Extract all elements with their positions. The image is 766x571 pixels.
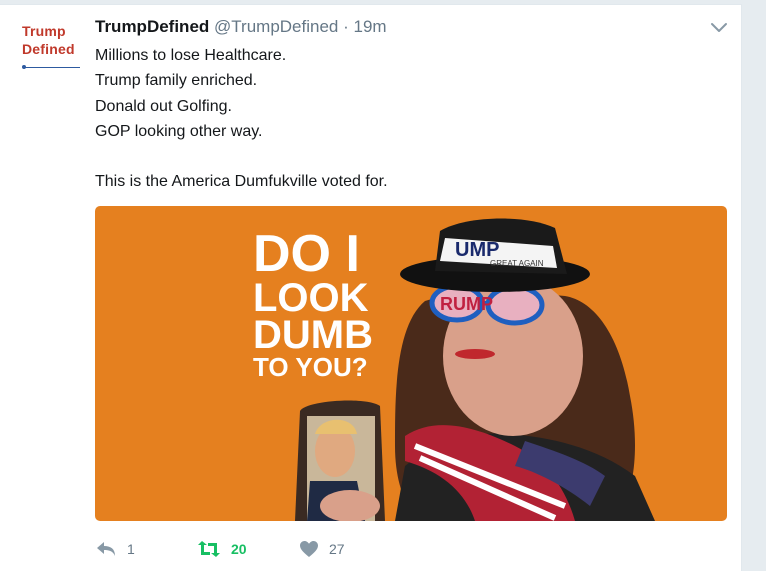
retweet-count: 20 — [231, 541, 247, 557]
avatar-text-line2: Defined — [22, 41, 75, 57]
chevron-down-icon[interactable] — [710, 21, 728, 35]
heart-icon — [299, 540, 319, 558]
author-handle[interactable]: @TrumpDefined — [214, 17, 338, 36]
tweet-text-line: Donald out Golfing. — [95, 97, 232, 115]
header-separator: · — [343, 17, 349, 36]
tweet-header: TrumpDefined @TrumpDefined · 19m — [95, 17, 387, 37]
reply-count: 1 — [127, 541, 135, 557]
reply-icon — [95, 540, 117, 558]
tweet-card[interactable]: Trump Defined TrumpDefined @TrumpDefined… — [0, 4, 742, 571]
tweet-media-image[interactable]: DO I LOOK DUMB TO YOU? RUMP UMP GREAT AG… — [95, 206, 727, 521]
author-name[interactable]: TrumpDefined — [95, 17, 209, 36]
glasses-text: RUMP — [440, 294, 493, 314]
tweet-timestamp[interactable]: 19m — [354, 17, 387, 36]
reply-button[interactable]: 1 — [95, 537, 135, 561]
tweet-text-line: Millions to lose Healthcare. — [95, 47, 287, 64]
avatar-underline — [24, 67, 80, 68]
tweet-text-line: GOP looking other way. — [95, 122, 263, 140]
retweet-button[interactable]: 20 — [197, 537, 247, 561]
hat-text: UMP — [455, 239, 499, 261]
hat-band-text: GREAT AGAIN — [490, 259, 544, 268]
tweet-text: Millions to lose Healthcare. Trump famil… — [95, 43, 715, 195]
tweet-text-line: This is the America Dumfukville voted fo… — [95, 173, 388, 191]
retweet-icon — [197, 540, 221, 558]
media-photo-illustration: RUMP UMP GREAT AGAIN — [295, 218, 655, 521]
tweet-text-line: Trump family enriched. — [95, 72, 258, 90]
tweet-actions: 1 20 27 — [95, 537, 495, 561]
like-count: 27 — [329, 541, 345, 557]
avatar[interactable]: Trump Defined — [18, 19, 82, 77]
avatar-text-line1: Trump — [22, 23, 66, 39]
like-button[interactable]: 27 — [299, 537, 345, 561]
